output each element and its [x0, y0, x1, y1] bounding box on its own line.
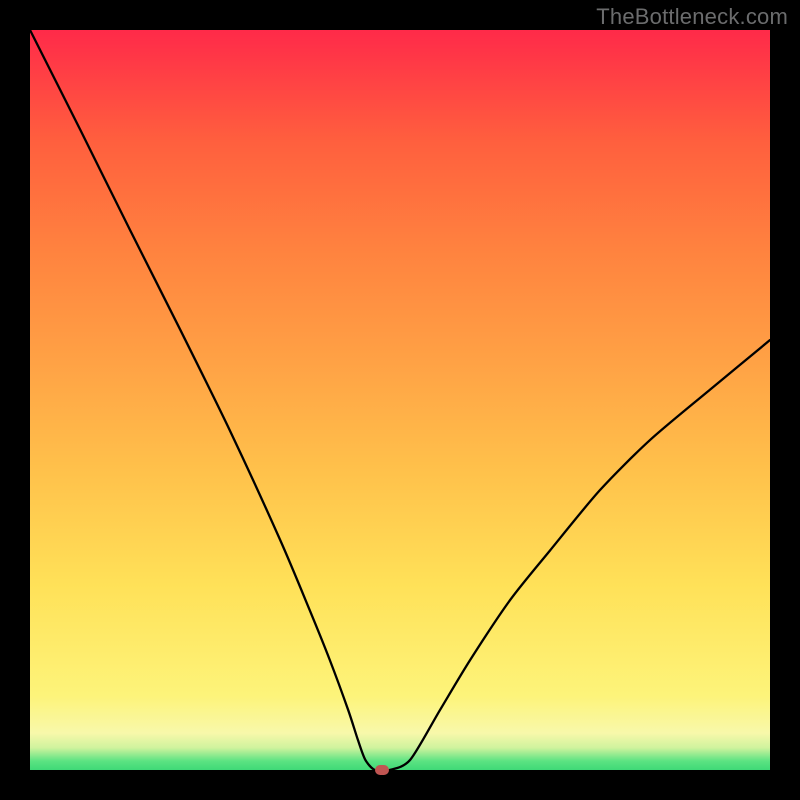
- bottleneck-marker: [375, 765, 389, 775]
- bottleneck-curve: [30, 30, 770, 770]
- watermark-text: TheBottleneck.com: [596, 4, 788, 30]
- plot-area: [30, 30, 770, 770]
- chart-frame: TheBottleneck.com: [0, 0, 800, 800]
